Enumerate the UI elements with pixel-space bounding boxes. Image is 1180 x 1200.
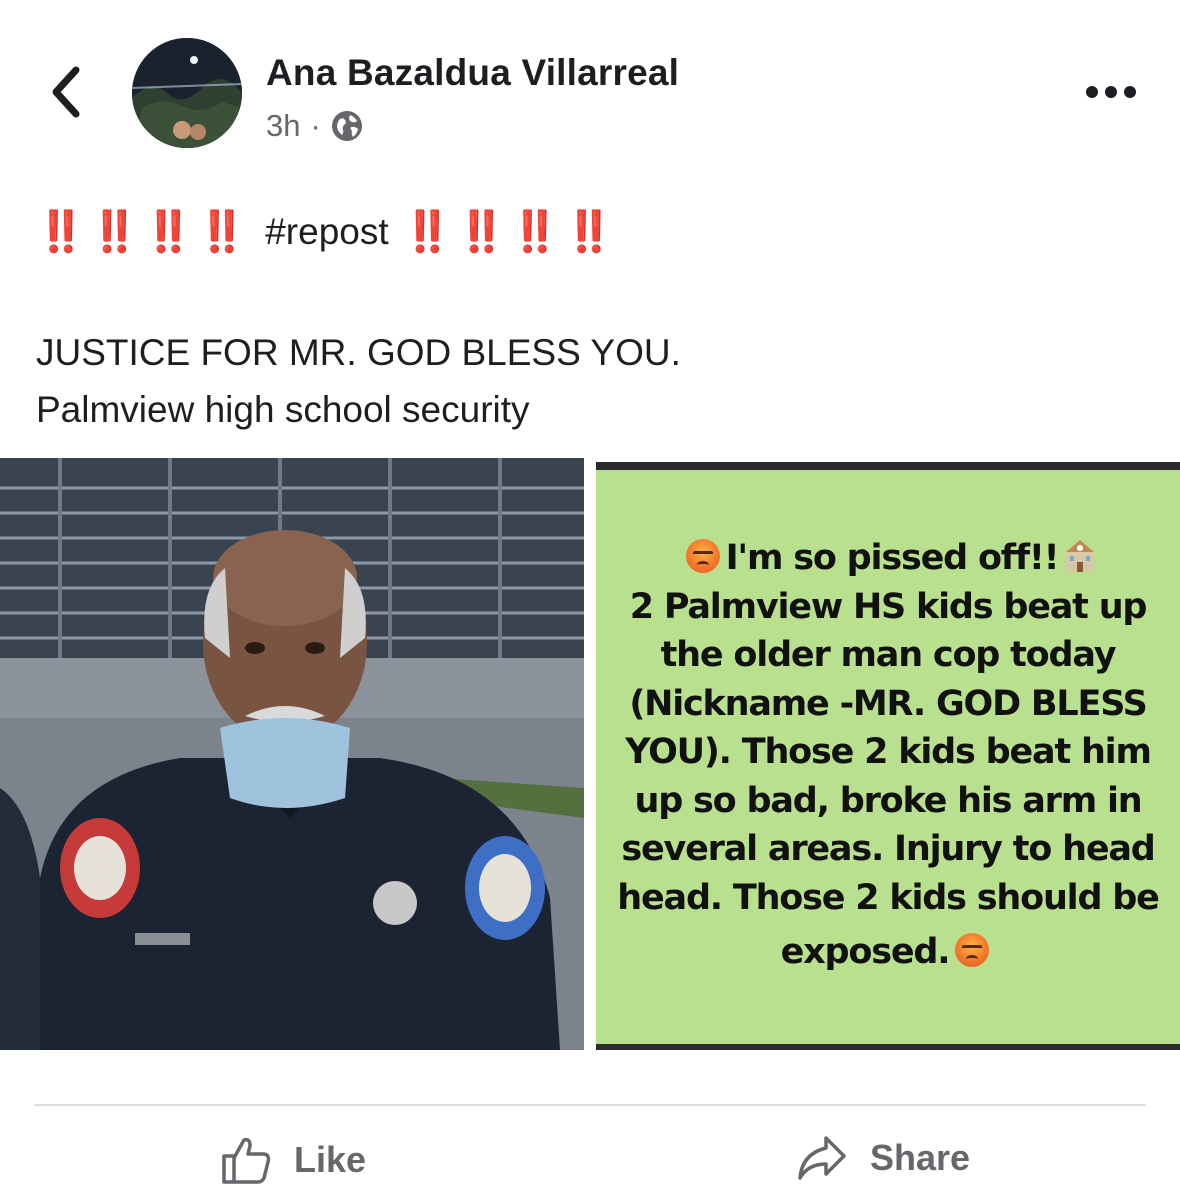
thumbs-up-icon — [222, 1137, 271, 1184]
more-options-button[interactable] — [1086, 80, 1146, 104]
post-time[interactable]: 3h — [266, 108, 300, 144]
avatar[interactable] — [132, 38, 242, 148]
school-building-icon — [1066, 540, 1095, 572]
post-line-2: Palmview high school security — [36, 389, 530, 430]
text-card-line-9: exposed. — [596, 928, 1180, 977]
text-card-line-8: head. Those 2 kids should be — [617, 877, 1160, 918]
text-card-line-2: 2 Palmview HS kids beat up — [629, 586, 1148, 627]
officer-photo — [0, 458, 584, 1050]
avatar-image — [132, 38, 242, 148]
text-card-line-5: YOU). Those 2 kids beat him — [625, 732, 1152, 772]
like-button[interactable]: Like — [220, 1134, 366, 1186]
author-name[interactable]: Ana Bazaldua Villarreal — [266, 52, 679, 94]
angry-face-icon — [955, 933, 990, 967]
share-label: Share — [870, 1137, 971, 1178]
post-photo-text-card[interactable]: I'm so pissed off!! 2 Palmview HS kids b… — [596, 462, 1180, 1050]
post-line-1: JUSTICE FOR MR. GOD BLESS YOU. — [36, 332, 681, 373]
meta-separator: · — [310, 108, 321, 143]
text-card-line-6: up so bad, broke his arm in — [634, 780, 1142, 821]
text-card-content: I'm so pissed off!! 2 Palmview HS kids b… — [596, 534, 1180, 977]
double-exclamation-emoji-left: ‼️‼️‼️‼️ — [36, 209, 252, 255]
globe-icon — [331, 111, 362, 141]
text-card-line-3: the older man cop today — [660, 635, 1117, 675]
chevron-left-icon — [52, 66, 80, 118]
like-label: Like — [294, 1139, 367, 1180]
text-card-line-7: several areas. Injury to head — [621, 829, 1156, 869]
text-card-line-4: (Nickname -MR. GOD BLESS — [629, 683, 1148, 724]
back-button[interactable] — [44, 62, 92, 122]
action-divider — [34, 1104, 1146, 1106]
angry-face-icon — [685, 539, 720, 573]
share-arrow-icon — [798, 1136, 846, 1180]
post-headline: ‼️‼️‼️‼️ #repost ‼️‼️‼️‼️ — [36, 208, 618, 255]
share-button[interactable]: Share — [796, 1134, 970, 1182]
text-card-line-1: I'm so pissed off!! — [596, 534, 1180, 583]
double-exclamation-emoji-right: ‼️‼️‼️‼️ — [402, 209, 618, 255]
post-meta: 3h · — [266, 108, 363, 144]
hashtag-link[interactable]: #repost — [265, 211, 388, 253]
more-horizontal-icon — [1086, 86, 1098, 98]
post-photo-officer[interactable] — [0, 458, 584, 1050]
post-body: JUSTICE FOR MR. GOD BLESS YOU. Palmview … — [36, 324, 681, 438]
